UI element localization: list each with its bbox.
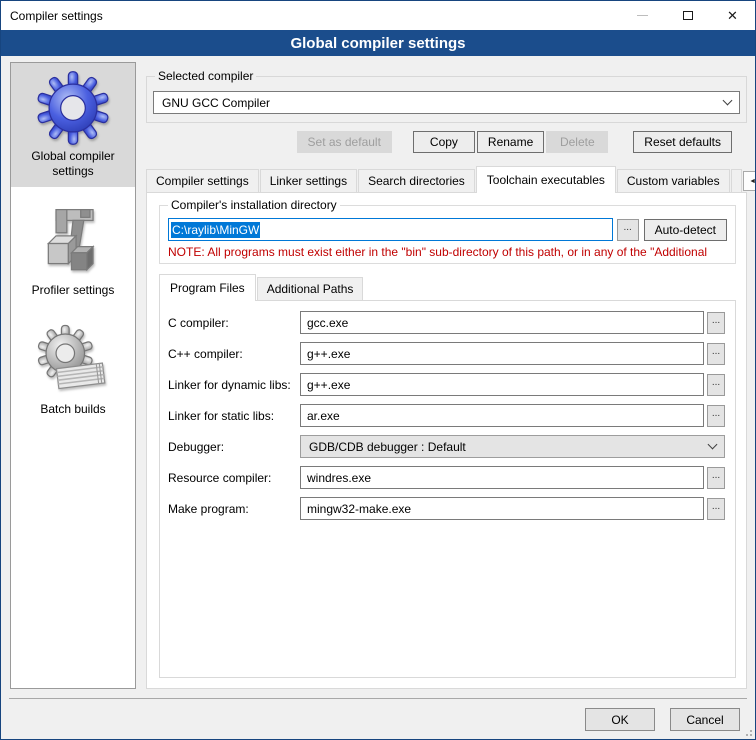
resource-compiler-browse-button[interactable]: ... [707, 467, 725, 489]
sidebar-item-label: Global compiler settings [15, 149, 131, 179]
ok-button[interactable]: OK [585, 708, 655, 731]
installation-directory-group: Compiler's installation directory C:\ray… [159, 205, 736, 264]
field-label: Resource compiler: [168, 471, 300, 485]
close-button[interactable]: ✕ [710, 1, 755, 30]
tab-toolchain-executables[interactable]: Toolchain executables [476, 166, 616, 193]
settings-tabstrip: Compiler settings Linker settings Search… [146, 166, 747, 192]
tab-scroll-left-button[interactable]: ◄ [743, 171, 756, 191]
compiler-settings-dialog: Compiler settings ✕ Global compiler sett… [0, 0, 756, 740]
installation-directory-group-label: Compiler's installation directory [168, 198, 340, 212]
tab-compiler-settings[interactable]: Compiler settings [146, 169, 259, 192]
installation-directory-input[interactable]: C:\raylib\MinGW [168, 218, 613, 241]
delete-button[interactable]: Delete [546, 131, 608, 153]
dynamic-linker-input[interactable] [300, 373, 704, 396]
main-panel: Selected compiler GNU GCC Compiler Set a… [146, 62, 747, 698]
dialog-body: Global compiler settings [1, 56, 755, 698]
installation-directory-value: C:\raylib\MinGW [171, 222, 260, 238]
selected-compiler-group: Selected compiler GNU GCC Compiler [146, 76, 747, 123]
static-linker-browse-button[interactable]: ... [707, 405, 725, 427]
sidebar-item-profiler-settings[interactable]: Profiler settings [11, 197, 135, 306]
window-title: Compiler settings [1, 9, 103, 23]
subtab-additional-paths[interactable]: Additional Paths [257, 277, 364, 300]
window-controls: ✕ [620, 1, 755, 30]
maximize-button[interactable] [665, 1, 710, 30]
compiler-select-value: GNU GCC Compiler [162, 96, 724, 110]
arrow-left-icon: ◄ [749, 178, 756, 185]
field-row-make-program: Make program: ... [168, 497, 725, 520]
auto-detect-button[interactable]: Auto-detect [644, 219, 727, 241]
cpp-compiler-browse-button[interactable]: ... [707, 343, 725, 365]
set-as-default-button[interactable]: Set as default [297, 131, 392, 153]
tab-build-options[interactable]: Build options [731, 169, 742, 192]
tab-search-directories[interactable]: Search directories [358, 169, 475, 192]
resize-grip[interactable] [744, 728, 752, 736]
c-compiler-browse-button[interactable]: ... [707, 312, 725, 334]
debugger-select-value: GDB/CDB debugger : Default [309, 440, 709, 454]
dialog-header: Global compiler settings [1, 30, 755, 56]
chevron-down-icon [723, 96, 733, 106]
cancel-button[interactable]: Cancel [670, 708, 740, 731]
sidebar-item-label: Profiler settings [32, 283, 115, 298]
close-icon: ✕ [727, 8, 738, 24]
program-files-panel: C compiler: ... C++ compiler: ... Linker… [159, 300, 736, 678]
compiler-select[interactable]: GNU GCC Compiler [153, 91, 740, 114]
gear-blue-icon [36, 71, 110, 145]
dynamic-linker-browse-button[interactable]: ... [707, 374, 725, 396]
field-row-debugger: Debugger: GDB/CDB debugger : Default [168, 435, 725, 458]
field-row-resource-compiler: Resource compiler: ... [168, 466, 725, 489]
maximize-icon [683, 11, 693, 20]
sidebar: Global compiler settings [10, 62, 136, 689]
dialog-header-title: Global compiler settings [290, 35, 465, 52]
toolchain-executables-panel: Compiler's installation directory C:\ray… [146, 192, 747, 689]
dialog-footer: OK Cancel [9, 698, 747, 739]
field-label: Linker for static libs: [168, 409, 300, 423]
sidebar-item-global-compiler-settings[interactable]: Global compiler settings [11, 63, 135, 187]
tab-linker-settings[interactable]: Linker settings [260, 169, 357, 192]
debugger-select[interactable]: GDB/CDB debugger : Default [300, 435, 725, 458]
resource-compiler-input[interactable] [300, 466, 704, 489]
title-bar: Compiler settings ✕ [1, 1, 755, 30]
note-text: NOTE: All programs must exist either in … [168, 245, 727, 259]
static-linker-input[interactable] [300, 404, 704, 427]
sidebar-item-label: Batch builds [40, 402, 105, 417]
rename-button[interactable]: Rename [477, 131, 544, 153]
make-program-input[interactable] [300, 497, 704, 520]
tab-scroll-arrows: ◄ ► [743, 171, 756, 192]
caliper-gray-icon [36, 205, 110, 279]
copy-button[interactable]: Copy [413, 131, 475, 153]
sidebar-item-batch-builds[interactable]: Batch builds [11, 316, 135, 425]
field-row-cpp-compiler: C++ compiler: ... [168, 342, 725, 365]
field-label: C++ compiler: [168, 347, 300, 361]
installation-directory-row: C:\raylib\MinGW ... Auto-detect [168, 218, 727, 241]
field-label: Make program: [168, 502, 300, 516]
field-label: Linker for dynamic libs: [168, 378, 300, 392]
chevron-down-icon [708, 440, 718, 450]
reset-defaults-button[interactable]: Reset defaults [633, 131, 732, 153]
make-program-browse-button[interactable]: ... [707, 498, 725, 520]
gear-stack-gray-icon [36, 324, 110, 398]
selected-compiler-group-label: Selected compiler [155, 69, 256, 83]
subtab-program-files[interactable]: Program Files [159, 274, 256, 301]
c-compiler-input[interactable] [300, 311, 704, 334]
field-label: Debugger: [168, 440, 300, 454]
minimize-button[interactable] [620, 1, 665, 30]
field-row-dynamic-linker: Linker for dynamic libs: ... [168, 373, 725, 396]
installation-directory-browse-button[interactable]: ... [617, 219, 639, 241]
field-row-c-compiler: C compiler: ... [168, 311, 725, 334]
cpp-compiler-input[interactable] [300, 342, 704, 365]
field-row-static-linker: Linker for static libs: ... [168, 404, 725, 427]
compiler-buttons-row: Set as default Copy Rename Delete Reset … [146, 131, 732, 153]
tab-custom-variables[interactable]: Custom variables [617, 169, 730, 192]
field-label: C compiler: [168, 316, 300, 330]
minimize-icon [637, 15, 648, 16]
program-files-tabstrip: Program Files Additional Paths [159, 274, 738, 300]
